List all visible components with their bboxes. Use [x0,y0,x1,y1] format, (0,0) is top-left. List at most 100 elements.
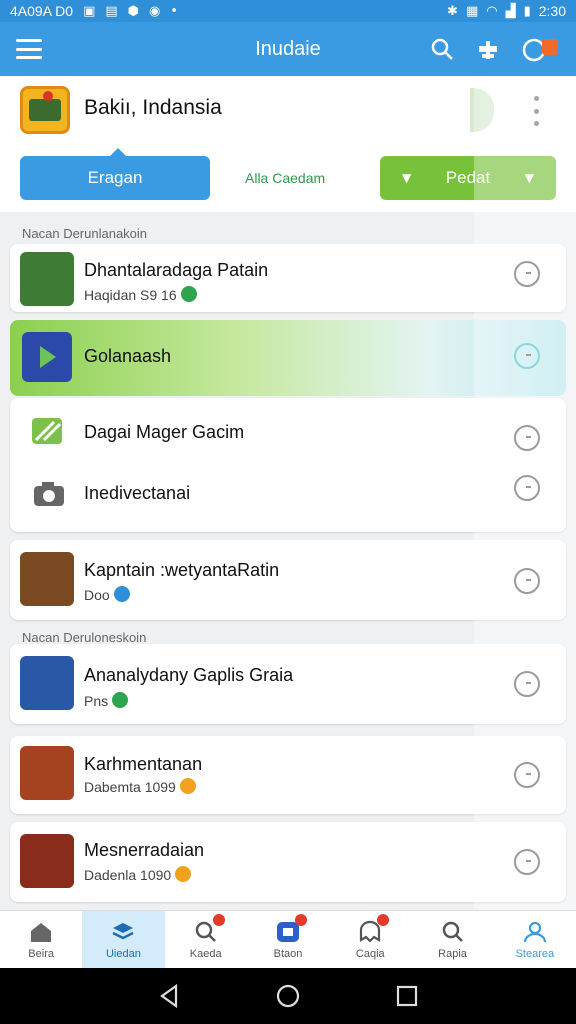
row-title: Karhmentanan [84,754,203,774]
chevron-down-icon: ▼ [402,171,412,185]
play-icon [22,332,72,382]
status-badge [175,866,192,882]
nav-item-explore[interactable]: Rapia [411,911,493,968]
clock-icon[interactable] [514,261,540,287]
section-label: Nacan Deruloneskoin [22,630,147,645]
nav-label: Beira [28,947,54,960]
magnifier-icon [442,921,463,942]
row-subtitle: Dabemta 1099 [84,778,196,795]
clock-icon[interactable] [514,671,540,697]
layers-icon [112,922,134,939]
more-options-icon[interactable] [526,96,546,126]
row-subtitle: Dadenla 1090 [84,866,192,883]
stripes-icon [32,418,62,444]
row-title: Kapntain :wetyantaRatin [84,560,280,580]
row-title: Dagai Mager Gacim [84,422,245,442]
vibrate-icon: ▦ [465,3,479,19]
row-subtitle: Haqidan S9 16 [84,286,197,303]
clock-icon[interactable] [514,343,540,369]
clock-time: 2:30 [538,3,566,19]
menu-icon[interactable] [16,39,42,59]
status-bar: 4A09A D0 ▣ ▤ ⬢ ◉ • ✱ ▦ ◠ ▟ ▮ 2:30 [0,0,576,22]
chevron-down-icon: ▼ [524,171,534,185]
status-text: 4A09A D0 [10,3,74,19]
row-title: Golanaash [84,346,172,366]
shield-notification-icon: ⬢ [127,3,140,19]
section-label: Nacan Derunlanakoin [22,226,148,241]
tab-secondary-label: Pedat [445,168,491,187]
notification-dot [294,913,307,926]
recents-icon[interactable] [394,983,420,1009]
row-title: Mesnerradaian [84,840,205,860]
row-subtitle-text: Dabemta 1099 [84,779,176,795]
search-icon [193,913,225,944]
nav-label: Kaeda [189,947,222,960]
nav-item-store[interactable]: Btaon [247,911,329,968]
notification-dot [212,913,225,926]
notification-dot [377,913,390,926]
profile-icon [523,921,546,942]
clock-icon[interactable] [514,425,540,451]
list-group [10,398,566,532]
app-bar: Inudaie [0,22,576,76]
home-icon [31,922,52,942]
bottom-nav: Beira Uiedan Kaeda Btaon Caqia Rapia Ste… [0,910,576,968]
nav-item-search[interactable]: Kaeda [165,911,247,968]
status-badge [113,586,130,602]
row-title: Ananalydany Gaplis Graia [84,665,294,685]
back-icon[interactable] [156,983,182,1009]
row-subtitle-text: Haqidan S9 16 [84,287,177,303]
dot-notification-icon: • [170,3,179,19]
nav-item-profile[interactable]: Stearea [494,911,576,968]
nav-item-library[interactable]: Uiedan [82,911,165,968]
camera-icon [34,482,64,506]
image-notification-icon: ▣ [83,3,96,19]
row-subtitle: Doo [84,586,130,603]
row-subtitle-text: Dadenla 1090 [84,867,172,883]
row-title: Inedivectanai [84,483,191,503]
status-badge [112,692,129,708]
row-subtitle: Pns [84,692,129,709]
tab-secondary[interactable]: ▼ Pedat ▼ [380,156,556,200]
row-title: Dhantalaradaga Patain [84,260,269,280]
status-badge [180,286,197,302]
tab-link[interactable]: Alla Caedam [245,170,325,186]
clock-icon[interactable] [514,849,540,875]
nav-label: Uiedan [105,947,141,960]
row-subtitle-text: Pns [84,693,109,709]
battery-icon: ▮ [523,3,531,19]
nav-item-home[interactable]: Beira [0,911,82,968]
clock-icon[interactable] [514,475,540,501]
list-item[interactable] [10,736,566,814]
photo-notification-icon: ▤ [105,3,118,19]
status-badge [179,778,196,794]
nav-label: Rapia [438,947,467,960]
gift-icon[interactable] [476,37,500,61]
home-circle-icon[interactable] [275,983,301,1009]
nav-label: Btaon [273,947,303,960]
game-thumbnail [20,656,74,710]
game-thumbnail [20,552,74,606]
tab-primary[interactable]: Eragan [20,156,210,200]
store-icon [275,913,307,944]
app-logo [20,86,70,134]
nav-item-chat[interactable]: Caqia [329,911,411,968]
row-subtitle-text: Doo [84,587,110,603]
tab-pointer [110,148,126,156]
clock-icon[interactable] [514,762,540,788]
nav-label: Stearea [515,947,555,960]
list-item[interactable] [10,822,566,902]
wifi-icon: ◠ [486,3,498,19]
signal-icon: ▟ [505,3,516,19]
clock-icon[interactable] [514,568,540,594]
profile-badge-icon[interactable] [522,35,560,63]
game-thumbnail [20,252,74,306]
game-thumbnail [20,746,74,800]
nav-label: Caqia [355,947,385,960]
chat-icon [357,913,390,944]
bluetooth-icon: ✱ [447,3,458,19]
header-title: Bakiı, Indansia [84,96,222,119]
system-nav-bar [0,968,576,1024]
search-icon[interactable] [430,37,454,61]
game-thumbnail [20,834,74,888]
